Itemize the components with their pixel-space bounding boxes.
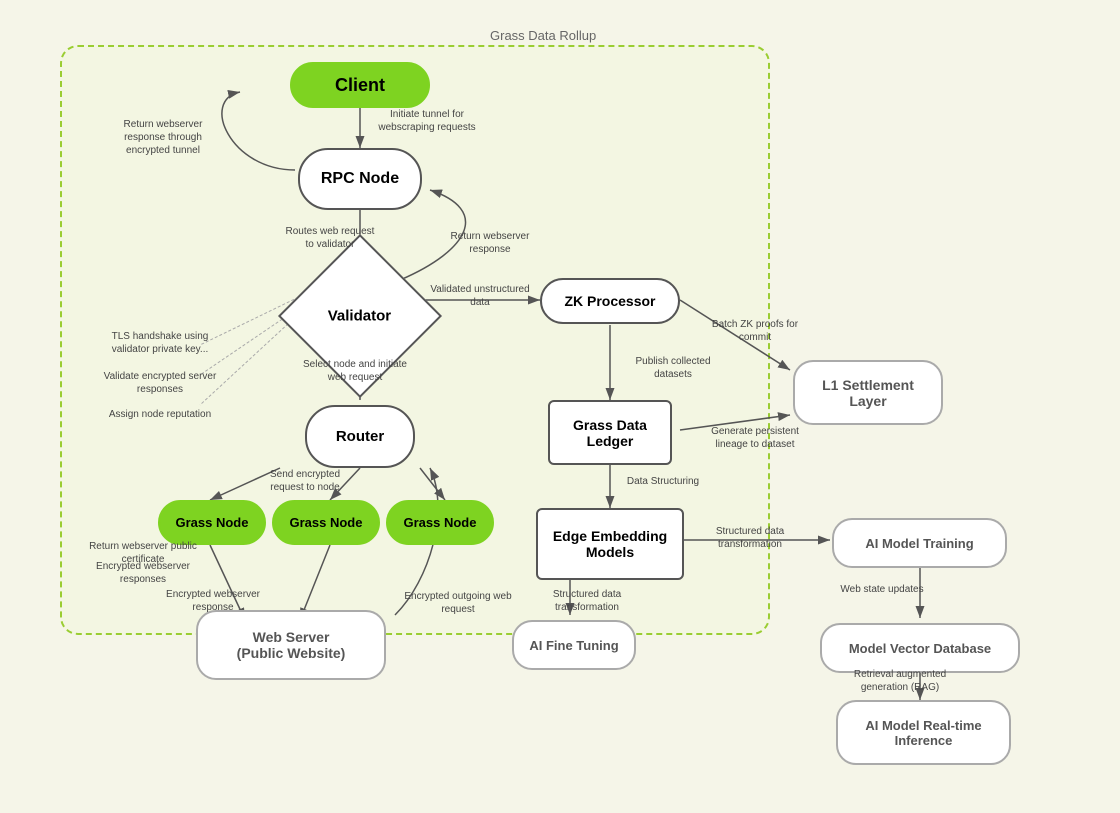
label-zk-to-ledger: Publish collected datasets [618,355,728,381]
label-tls: TLS handshake using validator private ke… [100,330,220,356]
grass-data-rollup-label: Grass Data Rollup [490,28,596,43]
router-node: Router [305,405,415,468]
label-ledger-to-l1: Generate persistent lineage to dataset [695,425,815,451]
label-validate: Validate encrypted server responses [100,370,220,396]
label-router-to-nodes: Send encrypted request to node [255,468,355,494]
l1-settlement-node: L1 Settlement Layer [793,360,943,425]
label-zk-to-l1: Batch ZK proofs for commit [695,318,815,344]
ai-fine-tuning-node: AI Fine Tuning [512,620,636,670]
ai-model-training-node: AI Model Training [832,518,1007,568]
grass-node-2: Grass Node [272,500,380,545]
label-validator-to-router: Select node and initiate web request [295,358,415,384]
label-edge-to-fine-tuning: Structured data transformation [532,588,642,614]
grass-node-1: Grass Node [158,500,266,545]
web-server-node: Web Server (Public Website) [196,610,386,680]
label-vector-to-realtime: Retrieval augmented generation (RAG) [840,668,960,694]
label-client-to-rpc: Initiate tunnel for webscraping requests [367,108,487,134]
zk-processor-node: ZK Processor [540,278,680,324]
label-ledger-to-edge: Data Structuring [618,475,708,488]
diagram-container: Grass Data Rollup [0,0,1120,813]
ai-realtime-node: AI Model Real-time Inference [836,700,1011,765]
label-assign: Assign node reputation [100,408,220,421]
label-validator-to-rpc: Return webserver response [440,230,540,256]
client-node: Client [290,62,430,108]
label-rpc-to-validator: Routes web request to validator [280,225,380,251]
grass-node-3: Grass Node [386,500,494,545]
grass-data-ledger-node: Grass Data Ledger [548,400,672,465]
label-edge-to-ai-training: Structured data transformation [690,525,810,551]
label-enc-web-req: Encrypted outgoing web request [398,590,518,616]
label-validated-unstructured: Validated unstructured data [420,283,540,309]
label-enc-responses: Encrypted webserver responses [88,560,198,586]
model-vector-db-node: Model Vector Database [820,623,1020,673]
edge-embedding-node: Edge Embedding Models [536,508,684,580]
label-ai-training-to-vector: Web state updates [832,583,932,596]
label-rpc-to-client: Return webserver response through encryp… [108,118,218,157]
rpc-node: RPC Node [298,148,422,210]
label-enc-ws-resp: Encrypted webserver response [158,588,268,614]
